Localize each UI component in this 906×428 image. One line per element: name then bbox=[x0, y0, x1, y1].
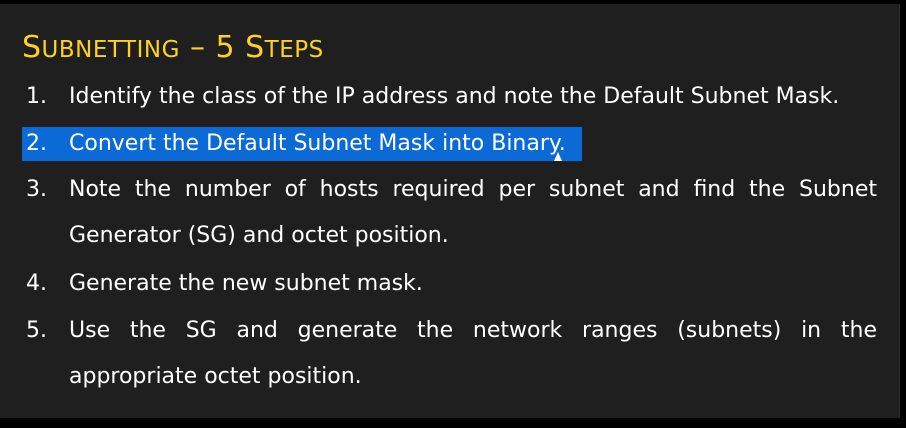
step-text-line-2: appropriate octet position. bbox=[69, 364, 362, 389]
step-number: 2. bbox=[26, 131, 47, 156]
title-number: 5 bbox=[215, 30, 246, 65]
step-text-line-2: Generator (SG) and octet position. bbox=[69, 223, 449, 248]
step-text: Generate the new subnet mask. bbox=[69, 271, 423, 296]
step-text-line-1: Use the SG and generate the network rang… bbox=[69, 318, 877, 343]
step-number: 4. bbox=[26, 271, 47, 296]
mouse-cursor-icon bbox=[554, 152, 562, 161]
step-text-line-1: Note the number of hosts required per su… bbox=[69, 177, 877, 202]
step-text[interactable]: Convert the Default Subnet Mask into Bin… bbox=[69, 127, 566, 161]
step-number: 1. bbox=[26, 84, 47, 109]
slide-title: SUBNETTING – 5 STEPS bbox=[22, 28, 324, 70]
title-letter-s: S bbox=[22, 30, 42, 65]
step-text: Identify the class of the IP address and… bbox=[69, 84, 840, 109]
slide: SUBNETTING – 5 STEPS 1. Identify the cla… bbox=[0, 4, 900, 418]
title-word-teps: TEPS bbox=[264, 37, 324, 63]
step-2-selected-text[interactable]: 2. Convert the Default Subnet Mask into … bbox=[22, 127, 582, 161]
title-dash: – bbox=[179, 30, 216, 65]
title-letter-s2: S bbox=[245, 30, 265, 65]
title-word-ubnetting: UBNETTING bbox=[41, 37, 180, 63]
step-number: 3. bbox=[26, 177, 47, 202]
step-number: 5. bbox=[26, 318, 47, 343]
